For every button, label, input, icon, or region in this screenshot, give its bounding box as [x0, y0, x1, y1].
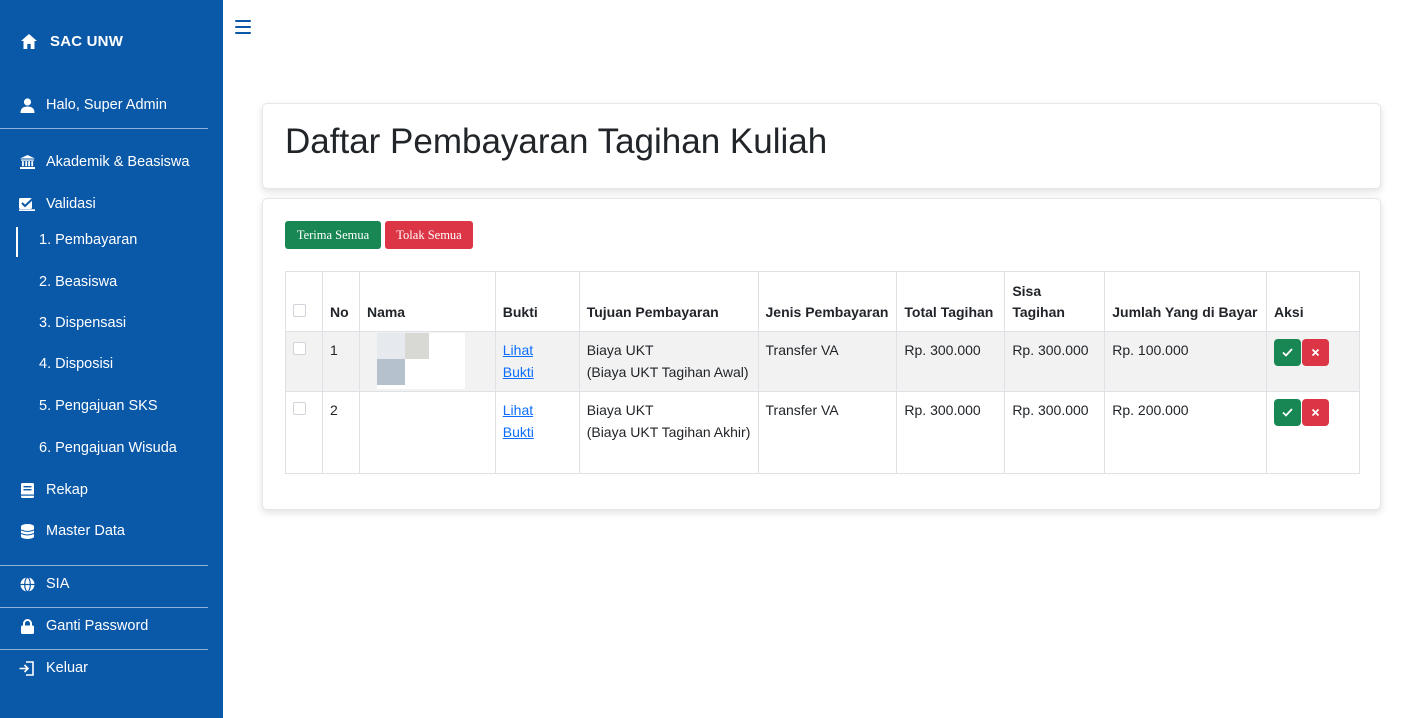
header-jenis: Jenis Pembayaran	[757, 271, 898, 332]
sidebar-item-label: Validasi	[46, 196, 96, 212]
view-proof-link[interactable]: Lihat Bukti	[503, 342, 534, 380]
sidebar-item-pembayaran[interactable]: 1. Pembayaran	[39, 232, 137, 248]
table-row: 2 Lihat Bukti Biaya UKT (Biaya UKT Tagihan…	[285, 391, 1360, 474]
cell-tujuan: Biaya UKT (Biaya UKT Tagihan Akhir)	[578, 391, 759, 474]
header-aksi: Aksi	[1266, 271, 1360, 332]
sidebar: SAC UNW Halo, Super Admin Akademik & Bea…	[0, 0, 223, 718]
cell-aksi	[1266, 331, 1360, 392]
cell-nama	[358, 331, 496, 392]
globe-icon	[18, 575, 36, 593]
database-icon	[18, 522, 36, 540]
book-icon	[18, 481, 36, 499]
active-indicator	[16, 227, 18, 257]
sidebar-item-label: Master Data	[46, 523, 125, 539]
sidebar-item-akademik[interactable]: Akademik & Beasiswa	[18, 153, 189, 171]
sidebar-item-label: Ganti Password	[46, 618, 149, 634]
sidebar-item-disposisi[interactable]: 4. Disposisi	[39, 356, 113, 372]
sidebar-divider	[0, 565, 208, 566]
select-all-checkbox[interactable]	[293, 304, 306, 318]
view-proof-link[interactable]: Lihat Bukti	[503, 402, 534, 440]
table-row: 1 Lihat Bukti Biaya UKT (Biaya UKT Tagihan…	[285, 331, 1360, 392]
user-greeting: Halo, Super Admin	[18, 96, 167, 114]
sidebar-item-keluar[interactable]: Keluar	[18, 659, 88, 677]
sidebar-divider	[0, 607, 208, 608]
header-jumlah: Jumlah Yang di Bayar	[1104, 271, 1268, 332]
sidebar-divider	[0, 649, 208, 650]
header-tujuan: Tujuan Pembayaran	[578, 271, 759, 332]
sidebar-item-label: Rekap	[46, 482, 88, 498]
check-square-icon	[18, 195, 36, 213]
cell-no: 2	[321, 391, 360, 474]
cell-sisa: Rp. 300.000	[1004, 331, 1106, 392]
payment-table-card: Terima Semua Tolak Semua No Nama Bukti T…	[262, 198, 1381, 510]
reject-button[interactable]	[1302, 339, 1330, 366]
close-icon	[1311, 348, 1320, 357]
cell-sisa: Rp. 300.000	[1004, 391, 1106, 474]
name-redacted-image	[376, 333, 465, 389]
header-bukti: Bukti	[494, 271, 580, 332]
sign-out-icon	[18, 659, 36, 677]
brand-label: SAC UNW	[50, 32, 124, 50]
header-total: Total Tagihan	[896, 271, 1006, 332]
cell-bukti: Lihat Bukti	[494, 391, 580, 474]
table-header-row: No Nama Bukti Tujuan Pembayaran Jenis Pe…	[285, 271, 1360, 332]
sidebar-item-label: SIA	[46, 576, 70, 592]
cell-aksi	[1266, 391, 1360, 474]
title-card: Daftar Pembayaran Tagihan Kuliah	[262, 103, 1381, 189]
reject-button[interactable]	[1302, 399, 1330, 426]
check-icon	[1282, 348, 1293, 357]
university-icon	[18, 153, 36, 171]
header-nama: Nama	[358, 271, 496, 332]
home-icon	[18, 30, 40, 52]
sidebar-item-ganti-password[interactable]: Ganti Password	[18, 617, 148, 635]
reject-all-button[interactable]: Tolak Semua	[385, 221, 473, 249]
cell-jumlah: Rp. 100.000	[1104, 331, 1268, 392]
cell-tujuan: Biaya UKT (Biaya UKT Tagihan Awal)	[578, 331, 759, 392]
cell-total: Rp. 300.000	[896, 391, 1006, 474]
check-icon	[1282, 408, 1293, 417]
sidebar-item-validasi[interactable]: Validasi	[18, 195, 96, 213]
select-all-cell	[285, 271, 323, 332]
cell-jumlah: Rp. 200.000	[1104, 391, 1268, 474]
page-title: Daftar Pembayaran Tagihan Kuliah	[285, 122, 828, 161]
row-checkbox[interactable]	[293, 342, 306, 355]
accept-button[interactable]	[1274, 339, 1302, 366]
sidebar-item-sia[interactable]: SIA	[18, 575, 69, 593]
cell-jenis: Transfer VA	[757, 331, 898, 392]
header-no: No	[321, 271, 360, 332]
sidebar-item-label: Keluar	[46, 660, 88, 676]
cell-total: Rp. 300.000	[896, 331, 1006, 392]
sidebar-item-pengajuan-sks[interactable]: 5. Pengajuan SKS	[39, 398, 158, 414]
cell-bukti: Lihat Bukti	[494, 331, 580, 392]
lock-icon	[18, 617, 36, 635]
user-greeting-label: Halo, Super Admin	[46, 97, 167, 113]
menu-toggle-icon[interactable]	[235, 20, 251, 34]
sidebar-item-master-data[interactable]: Master Data	[18, 522, 125, 540]
sidebar-item-rekap[interactable]: Rekap	[18, 481, 88, 499]
cell-nama	[358, 391, 496, 474]
accept-button[interactable]	[1274, 399, 1302, 426]
sidebar-item-label: Akademik & Beasiswa	[46, 154, 190, 170]
close-icon	[1311, 408, 1320, 417]
accept-all-button[interactable]: Terima Semua	[285, 221, 381, 249]
cell-jenis: Transfer VA	[757, 391, 898, 474]
row-select-cell	[285, 331, 323, 392]
sidebar-divider	[0, 128, 208, 129]
payment-table: No Nama Bukti Tujuan Pembayaran Jenis Pe…	[285, 271, 1360, 474]
user-icon	[18, 96, 36, 114]
sidebar-item-pengajuan-wisuda[interactable]: 6. Pengajuan Wisuda	[39, 440, 177, 456]
cell-no: 1	[321, 331, 360, 392]
sidebar-item-beasiswa[interactable]: 2. Beasiswa	[39, 274, 117, 290]
row-checkbox[interactable]	[293, 402, 306, 415]
sidebar-item-dispensasi[interactable]: 3. Dispensasi	[39, 315, 126, 331]
header-sisa: Sisa Tagihan	[1004, 271, 1106, 332]
brand-link[interactable]: SAC UNW	[18, 30, 123, 52]
row-select-cell	[285, 391, 323, 474]
